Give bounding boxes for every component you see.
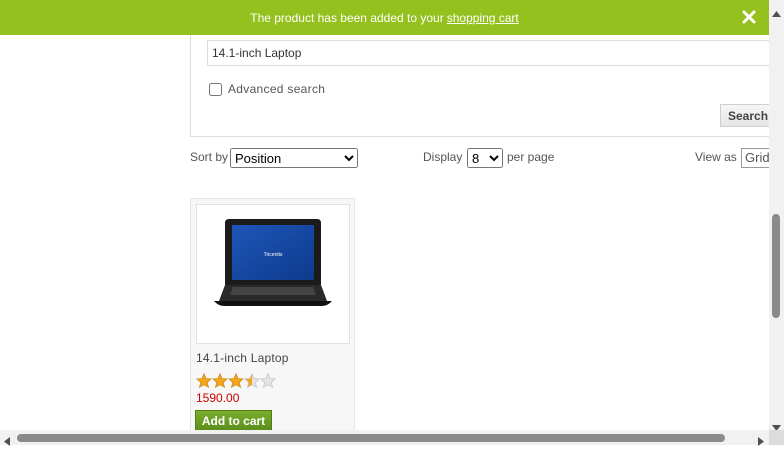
product-price: 1590.00: [196, 391, 240, 405]
notification-bar: The product has been added to your shopp…: [0, 0, 769, 35]
star-icon: [212, 372, 228, 393]
advanced-search-checkbox[interactable]: [209, 82, 222, 96]
scroll-left-arrow-icon[interactable]: [4, 433, 10, 451]
notification-message: The product has been added to your: [250, 10, 444, 25]
product-item: Tricentis 14.1-inch Laptop 1590.00 Add t…: [190, 198, 355, 438]
page-size-select[interactable]: 8: [467, 148, 503, 168]
star-icon: [196, 372, 212, 393]
product-image[interactable]: Tricentis: [196, 204, 350, 344]
scrollbar-corner: [769, 430, 784, 445]
advanced-search-option[interactable]: Advanced search: [209, 82, 325, 96]
per-page-label: per page: [507, 150, 555, 164]
screen-brand-text: Tricentis: [264, 252, 283, 258]
close-icon[interactable]: [741, 9, 757, 25]
scroll-up-arrow-icon[interactable]: [772, 4, 781, 22]
horizontal-scrollbar[interactable]: [0, 430, 784, 446]
product-title[interactable]: 14.1-inch Laptop: [196, 351, 289, 365]
vertical-scroll-thumb[interactable]: [772, 214, 780, 318]
advanced-search-label: Advanced search: [228, 82, 326, 96]
view-as-label: View as: [695, 150, 737, 164]
scroll-right-arrow-icon[interactable]: [758, 433, 764, 451]
product-rating: [196, 372, 276, 393]
sort-by-label: Sort by: [190, 150, 229, 164]
empty-star-icon: [260, 372, 276, 393]
star-icon: [228, 372, 244, 393]
add-to-cart-button[interactable]: Add to cart: [195, 410, 272, 431]
horizontal-scroll-thumb[interactable]: [17, 434, 725, 442]
laptop-image: Tricentis: [214, 219, 332, 306]
product-toolbar: Sort by Position Display 8 per page View…: [190, 148, 781, 170]
vertical-scrollbar[interactable]: [769, 0, 784, 431]
search-input[interactable]: [207, 40, 784, 66]
shopping-cart-link[interactable]: shopping cart: [447, 11, 519, 25]
sort-by-select[interactable]: Position: [230, 148, 358, 168]
search-panel: Advanced search Search: [190, 35, 784, 137]
half-star-icon: [244, 372, 260, 393]
display-label: Display: [423, 150, 463, 164]
